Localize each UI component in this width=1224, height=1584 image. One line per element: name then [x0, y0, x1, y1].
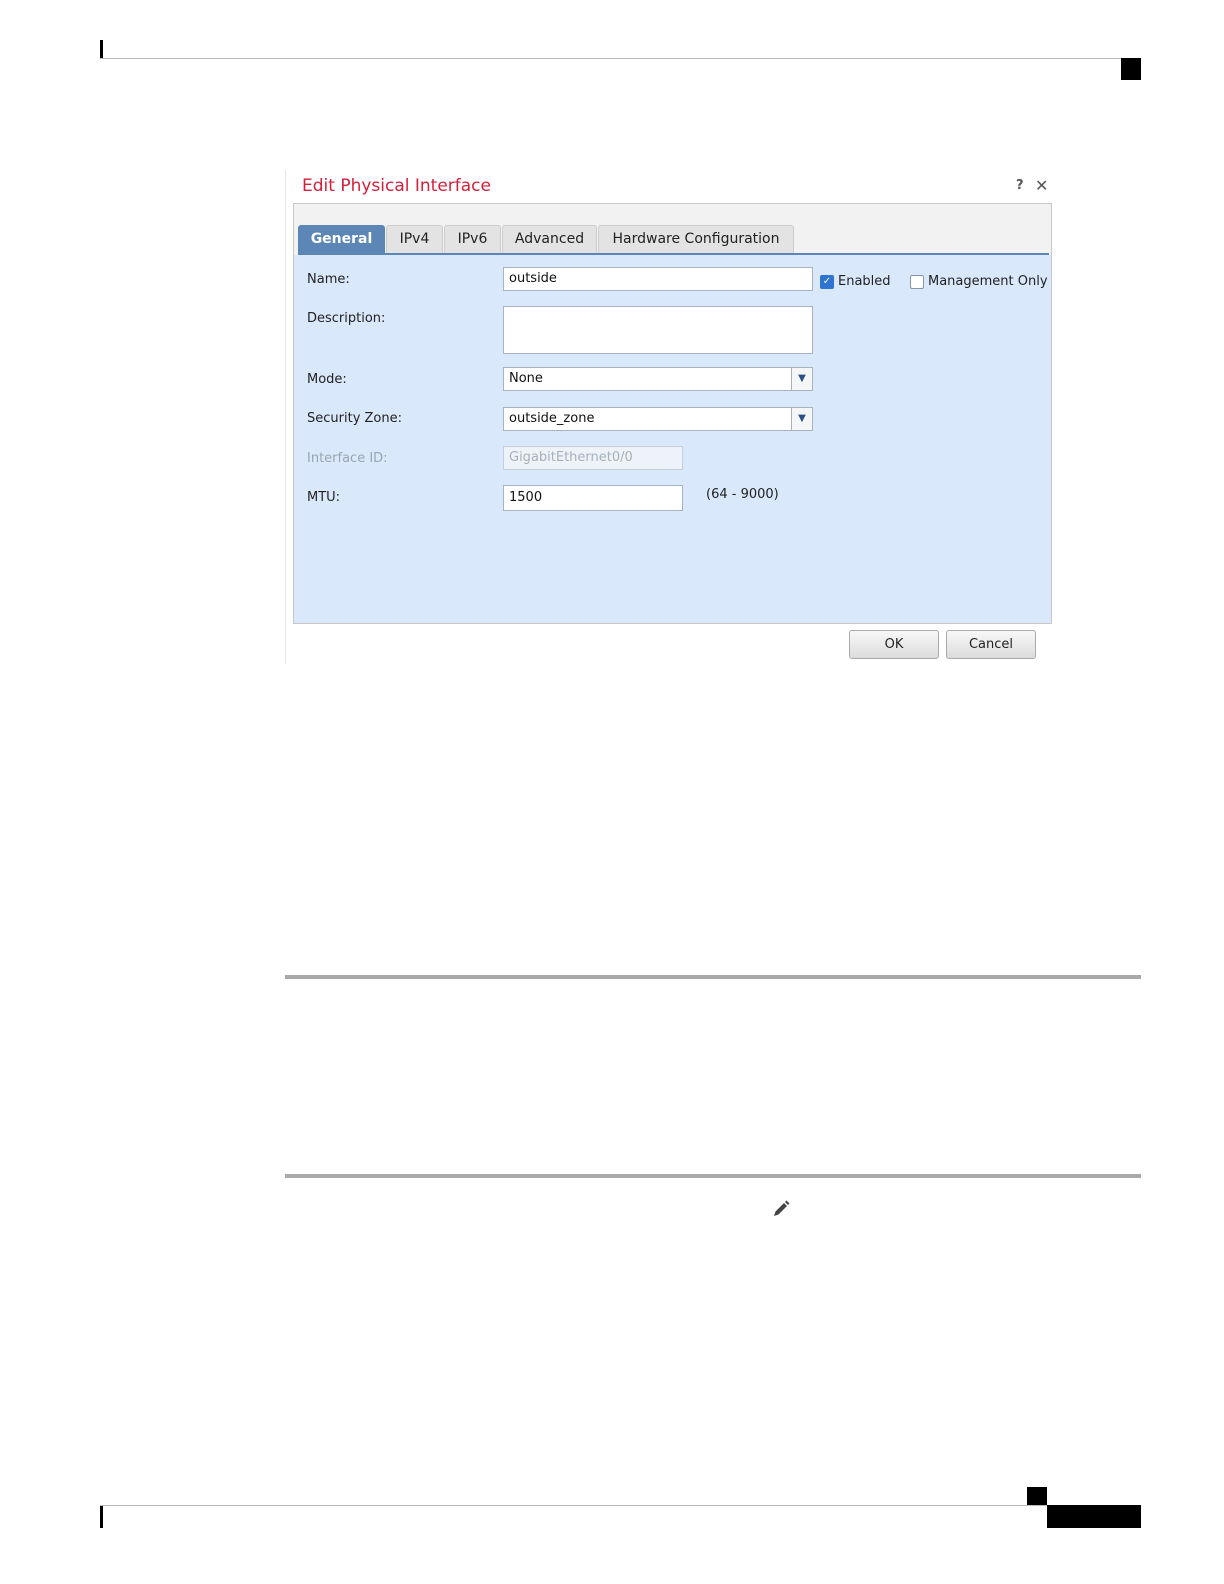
security-zone-value: outside_zone: [509, 411, 595, 426]
management-only-label: Management Only: [928, 274, 1048, 289]
ok-button[interactable]: OK: [849, 630, 939, 659]
dialog-body: General IPv4 IPv6 Advanced Hardware Conf…: [293, 203, 1052, 624]
cancel-button[interactable]: Cancel: [946, 630, 1036, 659]
pencil-icon: [774, 1200, 790, 1216]
interface-id-label: Interface ID:: [307, 451, 388, 466]
mtu-label: MTU:: [307, 490, 341, 505]
mode-label: Mode:: [307, 372, 347, 387]
chevron-down-icon[interactable]: ▼: [791, 408, 812, 430]
security-zone-select[interactable]: outside_zone ▼: [503, 407, 813, 431]
page-number-block: [1047, 1505, 1141, 1528]
mtu-input[interactable]: 1500: [503, 485, 683, 511]
top-rule: [100, 58, 1141, 59]
dialog-title: Edit Physical Interface: [302, 176, 491, 196]
edit-physical-interface-dialog: Edit Physical Interface ? ✕ General IPv4…: [285, 170, 1053, 664]
bottom-rule: [100, 1505, 1047, 1506]
tab-general[interactable]: General: [298, 225, 385, 253]
footer-marker: [1027, 1487, 1047, 1505]
chevron-down-icon[interactable]: ▼: [791, 368, 812, 390]
top-left-bar: [100, 40, 103, 58]
enabled-label: Enabled: [838, 274, 891, 289]
top-right-marker: [1121, 58, 1141, 80]
mode-value: None: [509, 371, 543, 386]
mtu-range-hint: (64 - 9000): [706, 487, 779, 502]
section-rule-lower: [285, 1174, 1141, 1178]
close-icon[interactable]: ✕: [1035, 176, 1048, 195]
tab-ipv4[interactable]: IPv4: [386, 225, 443, 253]
description-label: Description:: [307, 311, 386, 326]
help-icon[interactable]: ?: [1016, 178, 1024, 193]
security-zone-label: Security Zone:: [307, 411, 402, 426]
check-icon: ✓: [822, 276, 832, 287]
enabled-checkbox[interactable]: ✓: [820, 275, 834, 289]
mode-select[interactable]: None ▼: [503, 367, 813, 391]
description-textarea[interactable]: [503, 306, 813, 354]
management-only-checkbox[interactable]: [910, 275, 924, 289]
tab-ipv6[interactable]: IPv6: [444, 225, 501, 253]
bottom-left-bar: [100, 1506, 103, 1528]
tab-hardware-configuration[interactable]: Hardware Configuration: [598, 225, 794, 253]
name-input[interactable]: outside: [503, 267, 813, 291]
interface-id-input: GigabitEthernet0/0: [503, 446, 683, 470]
general-tab-content: Name: outside ✓ Enabled Management Only …: [294, 255, 1051, 623]
name-label: Name:: [307, 272, 350, 287]
section-rule-upper: [285, 975, 1141, 979]
tab-advanced[interactable]: Advanced: [502, 225, 597, 253]
